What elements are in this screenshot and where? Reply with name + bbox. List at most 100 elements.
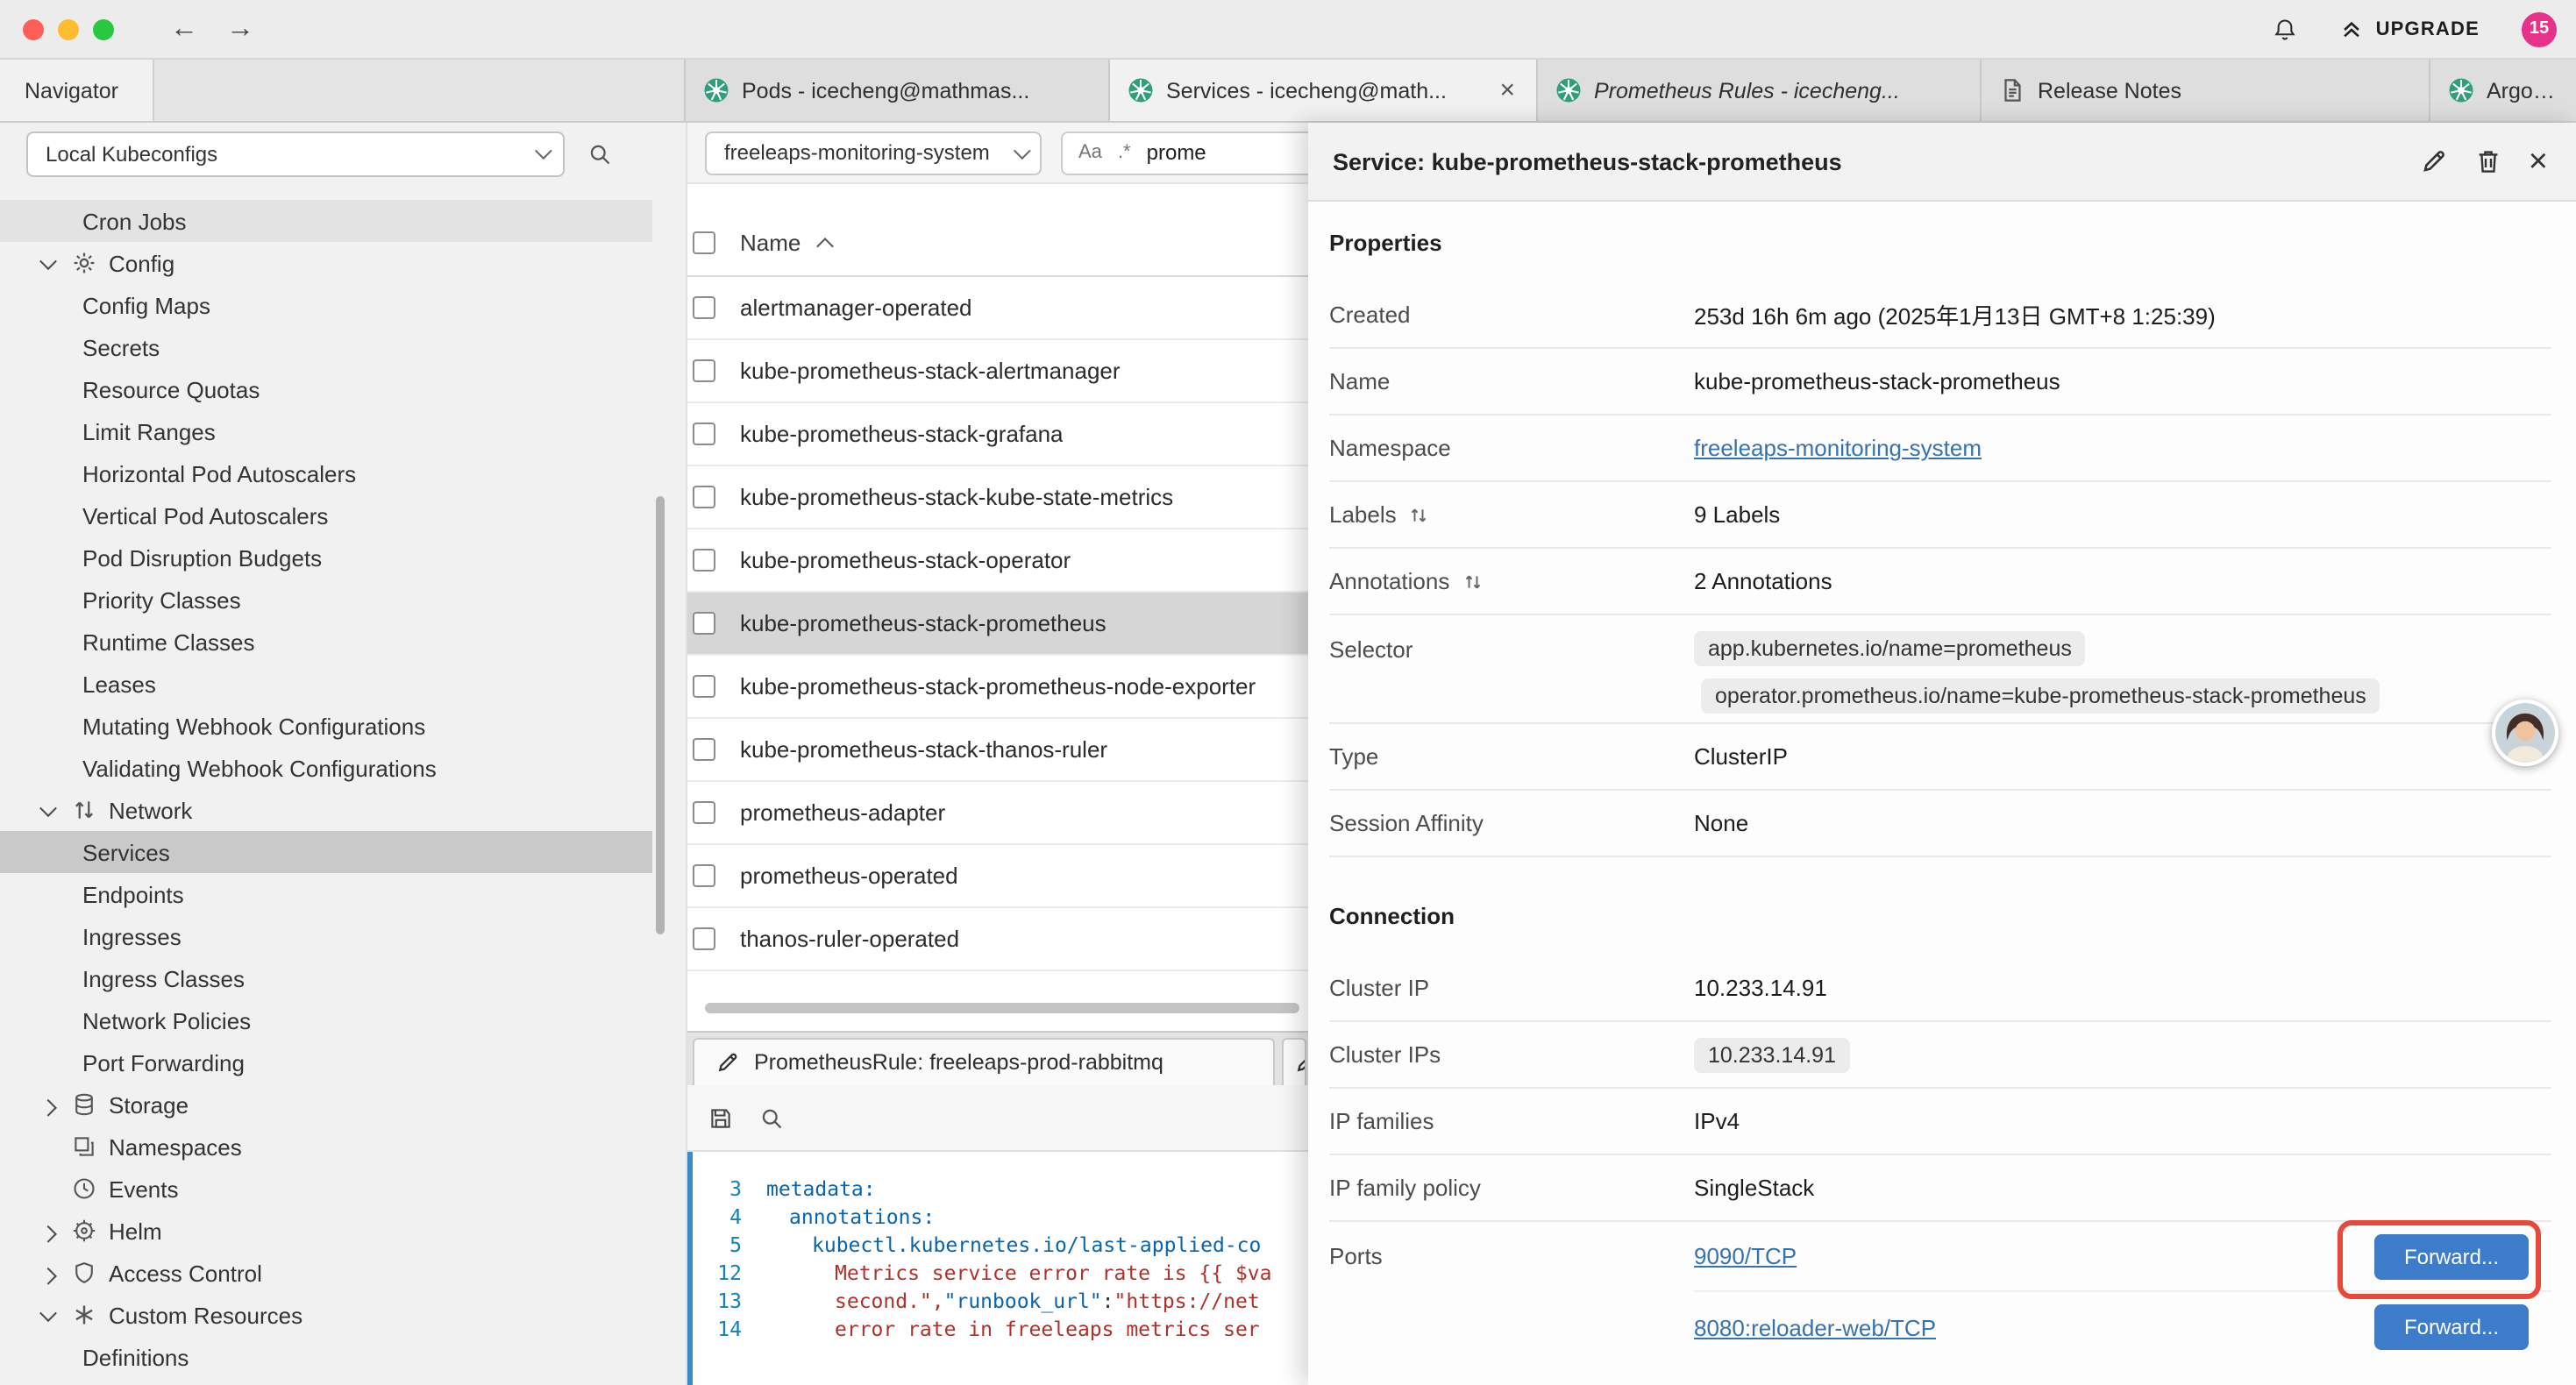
sort-updown-icon[interactable]	[1409, 504, 1430, 525]
forward-button[interactable]: Forward...	[2374, 1233, 2529, 1279]
delete-trash-icon[interactable]	[2474, 147, 2502, 175]
row-checkbox[interactable]	[693, 549, 715, 572]
row-checkbox[interactable]	[693, 675, 715, 698]
row-checkbox[interactable]	[693, 486, 715, 508]
row-checkbox[interactable]	[693, 359, 715, 382]
namespace-filter-select[interactable]: freeleaps-monitoring-system	[705, 131, 1042, 174]
row-checkbox[interactable]	[693, 423, 715, 445]
notification-count-badge[interactable]: 15	[2522, 11, 2557, 46]
sidebar-item-network[interactable]: Network	[0, 789, 652, 831]
sidebar-item-leases[interactable]: Leases	[0, 663, 652, 705]
notifications-bell-icon[interactable]	[2273, 17, 2297, 41]
drawer-body: PropertiesCreated253d 16h 6m ago (2025年1…	[1308, 202, 2576, 1385]
yaml-editor[interactable]: 3metadata:4annotations:5kubectl.kubernet…	[687, 1152, 1310, 1385]
table-row-alertmanager-operated[interactable]: alertmanager-operated	[687, 277, 1310, 340]
close-drawer-icon[interactable]: ×	[2529, 145, 2548, 178]
match-case-toggle[interactable]: Aa	[1078, 142, 1102, 163]
port-link[interactable]: 8080:reloader-web/TCP	[1694, 1314, 1936, 1340]
edit-pencil-icon[interactable]	[2420, 147, 2448, 175]
table-row-kube-prometheus-stack-grafana[interactable]: kube-prometheus-stack-grafana	[687, 403, 1310, 466]
navigator-header: Navigator	[0, 60, 686, 121]
column-header-name[interactable]: Name	[740, 230, 801, 256]
sidebar-item-storage[interactable]: Storage	[0, 1083, 652, 1126]
sidebar-item-services[interactable]: Services	[0, 831, 652, 873]
save-icon[interactable]	[708, 1105, 733, 1130]
sidebar-item-port-forwarding[interactable]: Port Forwarding	[0, 1041, 652, 1083]
search-icon[interactable]	[587, 141, 612, 166]
search-icon[interactable]	[759, 1105, 784, 1130]
sidebar-item-mutating-webhook-configurations[interactable]: Mutating Webhook Configurations	[0, 705, 652, 747]
sidebar-item-limit-ranges[interactable]: Limit Ranges	[0, 410, 652, 452]
sidebar-item-pod-disruption-budgets[interactable]: Pod Disruption Budgets	[0, 536, 652, 579]
tab-prometheus-rules-icecheng[interactable]: Prometheus Rules - icecheng...	[1538, 60, 1982, 121]
property-row-ports: Ports9090/TCPForward...8080:reloader-web…	[1329, 1222, 2551, 1362]
dock-tab-partial[interactable]	[1282, 1038, 1306, 1085]
sidebar-item-vertical-pod-autoscalers[interactable]: Vertical Pod Autoscalers	[0, 494, 652, 536]
zoom-window-button[interactable]	[93, 18, 114, 39]
sidebar-item-ingresses[interactable]: Ingresses	[0, 915, 652, 957]
table-row-prometheus-operated[interactable]: prometheus-operated	[687, 845, 1310, 908]
service-name: kube-prometheus-stack-operator	[740, 547, 1071, 573]
sort-ascending-icon[interactable]	[815, 237, 833, 254]
sort-updown-icon[interactable]	[1462, 571, 1483, 592]
table-row-kube-prometheus-stack-kube-state-metrics[interactable]: kube-prometheus-stack-kube-state-metrics	[687, 466, 1310, 529]
sidebar-item-horizontal-pod-autoscalers[interactable]: Horizontal Pod Autoscalers	[0, 452, 652, 494]
sidebar-item-ingress-classes[interactable]: Ingress Classes	[0, 957, 652, 999]
tab-pods-icecheng-mathmas[interactable]: Pods - icecheng@mathmas...	[686, 60, 1110, 121]
sidebar-item-config[interactable]: Config	[0, 242, 652, 284]
tab-release-notes[interactable]: Release Notes	[1982, 60, 2430, 121]
sidebar-item-secrets[interactable]: Secrets	[0, 326, 652, 368]
close-window-button[interactable]	[23, 18, 44, 39]
sidebar-item-label: Priority Classes	[0, 586, 241, 613]
sidebar-item-definitions[interactable]: Definitions	[0, 1336, 652, 1378]
table-row-thanos-ruler-operated[interactable]: thanos-ruler-operated	[687, 908, 1310, 971]
minimize-window-button[interactable]	[58, 18, 79, 39]
table-row-kube-prometheus-stack-alertmanager[interactable]: kube-prometheus-stack-alertmanager	[687, 340, 1310, 403]
row-checkbox[interactable]	[693, 296, 715, 319]
upgrade-button[interactable]: UPGRADE	[2339, 17, 2480, 41]
table-row-kube-prometheus-stack-thanos-ruler[interactable]: kube-prometheus-stack-thanos-ruler	[687, 719, 1310, 782]
sidebar-item-custom-resources[interactable]: Custom Resources	[0, 1294, 652, 1336]
property-row-namespace: Namespacefreeleaps-monitoring-system	[1329, 416, 2551, 482]
table-row-kube-prometheus-stack-prometheus[interactable]: kube-prometheus-stack-prometheus	[687, 593, 1310, 656]
sidebar-item-namespaces[interactable]: Namespaces	[0, 1126, 652, 1168]
row-checkbox[interactable]	[693, 927, 715, 950]
sidebar-item-config-maps[interactable]: Config Maps	[0, 284, 652, 326]
select-all-checkbox[interactable]	[693, 231, 715, 254]
horizontal-scrollbar-thumb[interactable]	[705, 1003, 1299, 1013]
sidebar-item-network-policies[interactable]: Network Policies	[0, 999, 652, 1041]
sidebar-item-helm[interactable]: Helm	[0, 1210, 652, 1252]
sidebar-item-priority-classes[interactable]: Priority Classes	[0, 579, 652, 621]
navigator-tab[interactable]: Navigator	[0, 60, 154, 121]
row-checkbox[interactable]	[693, 801, 715, 824]
forward-button[interactable]: Forward...	[2374, 1304, 2529, 1350]
table-row-kube-prometheus-stack-operator[interactable]: kube-prometheus-stack-operator	[687, 529, 1310, 593]
sidebar-item-runtime-classes[interactable]: Runtime Classes	[0, 621, 652, 663]
namespace-link[interactable]: freeleaps-monitoring-system	[1694, 435, 1982, 461]
row-checkbox[interactable]	[693, 738, 715, 761]
port-link[interactable]: 9090/TCP	[1694, 1243, 1797, 1269]
dock-tab-prometheusrule[interactable]: PrometheusRule: freeleaps-prod-rabbitmq	[693, 1038, 1275, 1085]
tab-services-icecheng-math[interactable]: Services - icecheng@math...×	[1110, 60, 1538, 121]
row-checkbox[interactable]	[693, 612, 715, 635]
table-row-kube-prometheus-stack-prometheus-node-ex[interactable]: kube-prometheus-stack-prometheus-node-ex…	[687, 656, 1310, 719]
sidebar-item-events[interactable]: Events	[0, 1168, 652, 1210]
section-header-connection: Connection	[1329, 857, 2551, 955]
row-checkbox[interactable]	[693, 864, 715, 887]
property-key: Selector	[1329, 636, 1694, 663]
tab-argo-se[interactable]: Argo Se	[2430, 60, 2576, 121]
regex-toggle[interactable]: .*	[1118, 142, 1131, 163]
sidebar-item-validating-webhook-configurations[interactable]: Validating Webhook Configurations	[0, 747, 652, 789]
sidebar-item-resource-quotas[interactable]: Resource Quotas	[0, 368, 652, 410]
sidebar-scrollbar-thumb[interactable]	[656, 496, 665, 934]
drawer-actions: ×	[2420, 145, 2548, 178]
close-tab-icon[interactable]: ×	[1496, 77, 1519, 103]
sidebar-item-access-control[interactable]: Access Control	[0, 1252, 652, 1294]
document-icon	[1999, 77, 2025, 103]
forward-icon[interactable]: →	[226, 15, 254, 43]
table-row-prometheus-adapter[interactable]: prometheus-adapter	[687, 782, 1310, 845]
back-icon[interactable]: ←	[170, 15, 198, 43]
kubeconfig-select[interactable]: Local Kubeconfigs	[26, 131, 565, 176]
sidebar-item-endpoints[interactable]: Endpoints	[0, 873, 652, 915]
sidebar-item-cron-jobs[interactable]: Cron Jobs	[0, 200, 652, 242]
